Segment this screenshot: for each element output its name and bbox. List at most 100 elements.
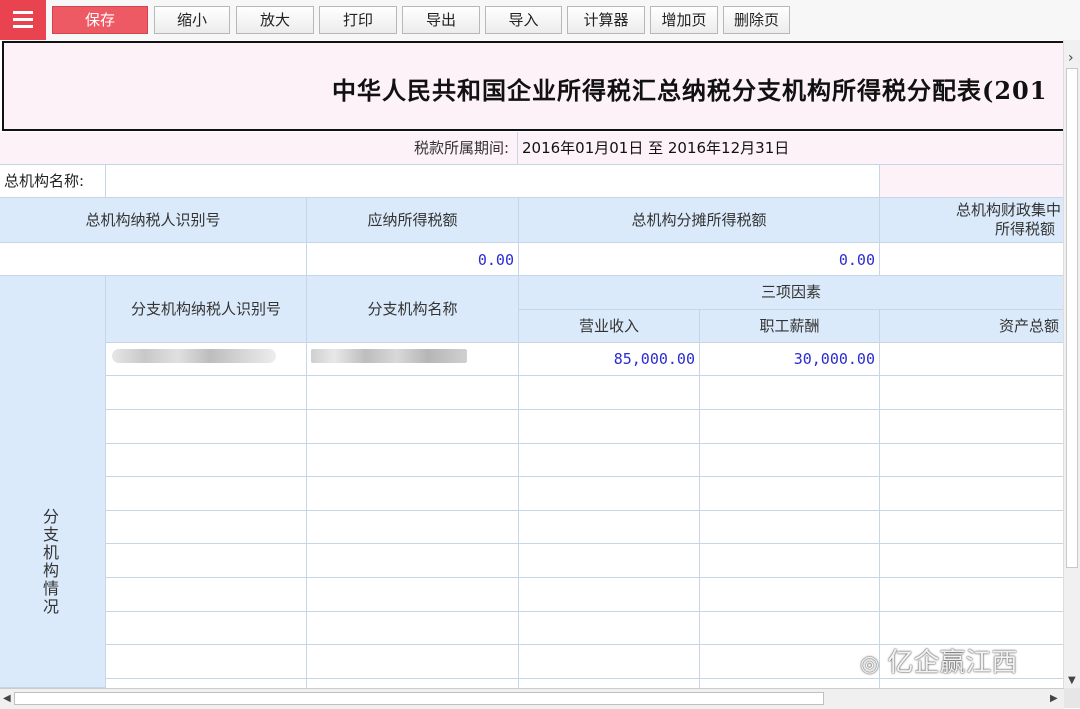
save-button[interactable]: 保存 — [52, 6, 148, 34]
empty-grid-cell[interactable] — [519, 644, 700, 679]
empty-grid-cell[interactable] — [700, 577, 880, 612]
hq-allocated-tax-header: 总机构分摊所得税额 — [519, 198, 880, 243]
branch-section-column — [0, 276, 106, 688]
salary-cell[interactable]: 30,000.00 — [700, 343, 880, 376]
hq-taxpayer-id-header: 总机构纳税人识别号 — [0, 198, 307, 243]
tax-payable-header: 应纳所得税额 — [307, 198, 519, 243]
scroll-left-icon[interactable]: ◀ — [3, 693, 11, 704]
empty-grid-cell[interactable] — [700, 510, 880, 545]
empty-grid-cell[interactable] — [700, 376, 880, 410]
empty-grid-cell[interactable] — [307, 611, 519, 646]
empty-grid-cell[interactable] — [307, 443, 519, 478]
empty-grid-cell[interactable] — [700, 678, 880, 688]
empty-grid-cell[interactable] — [519, 409, 700, 444]
title-box: 中华人民共和国企业所得税汇总纳税分支机构所得税分配表(201 — [2, 41, 1064, 131]
hq-name-blank — [880, 165, 1064, 198]
empty-grid-cell[interactable] — [880, 476, 1064, 511]
salary-header: 职工薪酬 — [700, 310, 880, 343]
print-button[interactable]: 打印 — [319, 6, 397, 34]
wechat-icon: ◎ — [860, 652, 880, 677]
branch-name-header: 分支机构名称 — [307, 276, 519, 343]
watermark: ◎ 亿企赢江西 — [860, 642, 1017, 679]
export-button[interactable]: 导出 — [402, 6, 480, 34]
hq-taxpayer-id-input[interactable] — [0, 243, 307, 276]
redacted-id — [112, 349, 276, 363]
toolbar: 保存 缩小 放大 打印 导出 导入 计算器 增加页 删除页 — [0, 0, 1080, 41]
horizontal-scroll-thumb[interactable] — [14, 692, 824, 705]
empty-grid-cell[interactable] — [106, 443, 307, 478]
empty-grid-cell[interactable] — [307, 678, 519, 688]
empty-grid-cell[interactable] — [307, 476, 519, 511]
hq-central-tax-value[interactable] — [880, 243, 1064, 276]
empty-grid-cell[interactable] — [880, 678, 1064, 688]
hq-central-tax-header-line2: 所得税额 — [994, 220, 1055, 238]
empty-grid-cell[interactable] — [106, 409, 307, 444]
scroll-right-icon[interactable]: ▶ — [1050, 693, 1058, 704]
empty-grid-cell[interactable] — [307, 510, 519, 545]
chevron-right-icon[interactable]: › — [1068, 50, 1074, 66]
empty-grid-cell[interactable] — [106, 544, 307, 578]
empty-grid-cell[interactable] — [880, 510, 1064, 545]
zoom-in-button[interactable]: 放大 — [236, 6, 314, 34]
empty-grid-cell[interactable] — [880, 409, 1064, 444]
empty-grid-cell[interactable] — [307, 409, 519, 444]
revenue-cell[interactable]: 85,000.00 — [519, 343, 700, 376]
assets-cell[interactable] — [880, 343, 1064, 376]
empty-grid-cell[interactable] — [880, 544, 1064, 578]
period-label: 税款所属期间: — [0, 132, 518, 165]
empty-grid-cell[interactable] — [519, 510, 700, 545]
empty-grid-cell[interactable] — [519, 577, 700, 612]
empty-grid-cell[interactable] — [880, 443, 1064, 478]
empty-grid-cell[interactable] — [106, 376, 307, 410]
empty-grid-cell[interactable] — [519, 678, 700, 688]
form-sheet: 中华人民共和国企业所得税汇总纳税分支机构所得税分配表(201 税款所属期间: 2… — [0, 40, 1064, 688]
three-factors-header: 三项因素 — [519, 276, 1064, 310]
branch-id-cell[interactable] — [106, 343, 307, 376]
empty-grid-cell[interactable] — [106, 577, 307, 612]
hq-name-label: 总机构名称: — [0, 165, 106, 198]
empty-grid-cell[interactable] — [519, 611, 700, 646]
hq-allocated-tax-value[interactable]: 0.00 — [519, 243, 880, 276]
horizontal-scrollbar[interactable]: ◀ ▶ — [0, 688, 1064, 709]
calculator-button[interactable]: 计算器 — [567, 6, 645, 34]
branch-name-cell[interactable] — [307, 343, 519, 376]
empty-grid-cell[interactable] — [519, 544, 700, 578]
hq-name-input[interactable] — [106, 165, 880, 198]
empty-grid-cell[interactable] — [106, 678, 307, 688]
empty-grid-cell[interactable] — [307, 577, 519, 612]
empty-grid-cell[interactable] — [880, 577, 1064, 612]
add-page-button[interactable]: 增加页 — [650, 6, 718, 34]
empty-grid-cell[interactable] — [307, 544, 519, 578]
delete-page-button[interactable]: 删除页 — [723, 6, 790, 34]
zoom-out-button[interactable]: 缩小 — [154, 6, 230, 34]
assets-header: 资产总额 — [880, 310, 1064, 343]
form-title: 中华人民共和国企业所得税汇总纳税分支机构所得税分配表(201 — [332, 76, 1048, 105]
empty-grid-cell[interactable] — [700, 611, 880, 646]
scroll-down-icon[interactable]: ▼ — [1068, 675, 1076, 686]
import-button[interactable]: 导入 — [485, 6, 562, 34]
vertical-scroll-thumb[interactable] — [1066, 68, 1078, 568]
empty-grid-cell[interactable] — [880, 376, 1064, 410]
tax-payable-value[interactable]: 0.00 — [307, 243, 519, 276]
empty-grid-cell[interactable] — [307, 644, 519, 679]
redacted-name — [311, 349, 467, 363]
hamburger-icon[interactable] — [0, 0, 46, 40]
empty-grid-cell[interactable] — [700, 443, 880, 478]
empty-grid-cell[interactable] — [700, 476, 880, 511]
empty-grid-cell[interactable] — [700, 644, 880, 679]
empty-grid-cell[interactable] — [519, 476, 700, 511]
empty-grid-cell[interactable] — [880, 611, 1064, 646]
period-value: 2016年01月01日 至 2016年12月31日 — [518, 132, 1064, 165]
empty-grid-cell[interactable] — [700, 409, 880, 444]
vertical-scrollbar[interactable]: › ▼ — [1063, 40, 1080, 688]
empty-grid-cell[interactable] — [106, 476, 307, 511]
empty-grid-cell[interactable] — [106, 611, 307, 646]
empty-grid-cell[interactable] — [700, 544, 880, 578]
empty-grid-cell[interactable] — [519, 443, 700, 478]
empty-grid-cell[interactable] — [519, 376, 700, 410]
empty-grid-cell[interactable] — [106, 510, 307, 545]
empty-grid-cell[interactable] — [307, 376, 519, 410]
empty-grid-cell[interactable] — [106, 644, 307, 679]
revenue-header: 营业收入 — [519, 310, 700, 343]
hq-central-tax-header: 总机构财政集中 所得税额 — [880, 198, 1064, 243]
